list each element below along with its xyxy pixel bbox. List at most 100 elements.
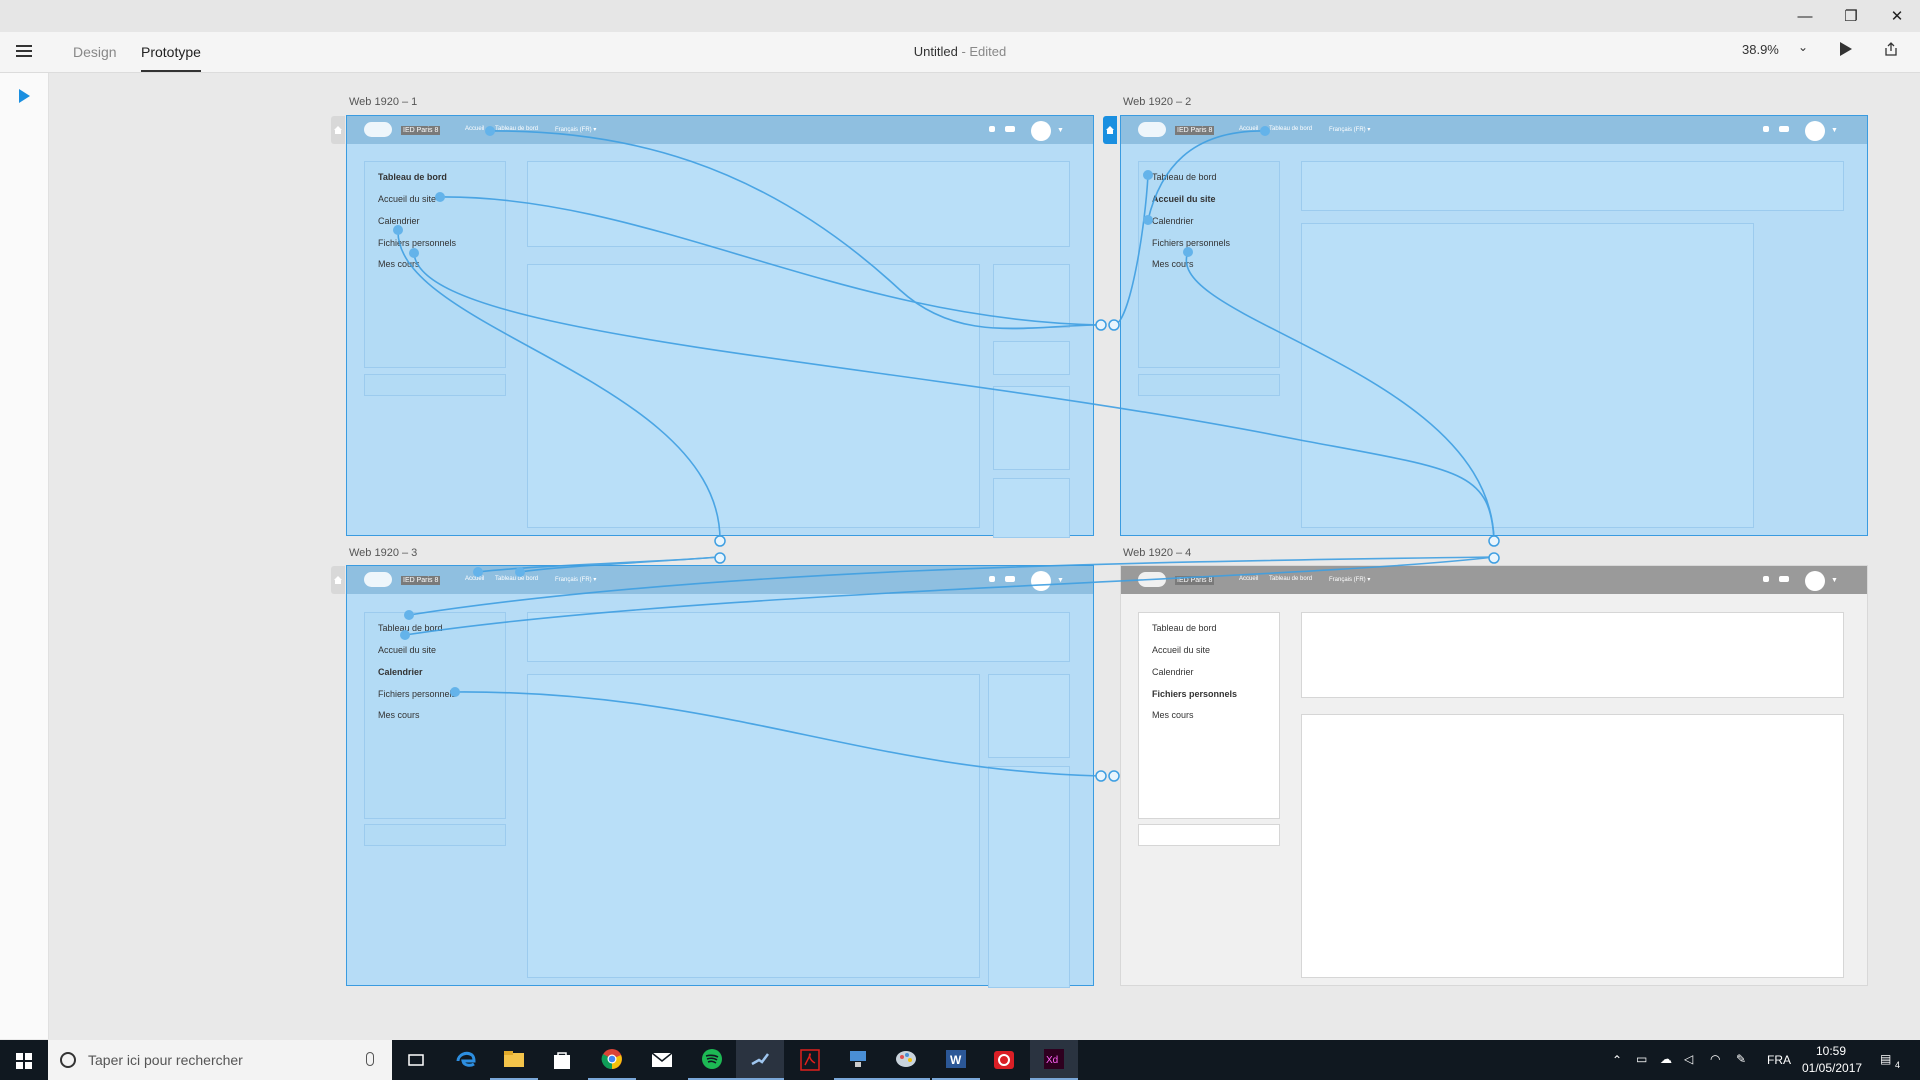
side-block: [364, 824, 506, 846]
home-icon[interactable]: [1103, 116, 1117, 144]
side-item: Accueil du site: [1152, 645, 1211, 655]
windows-start-icon[interactable]: [0, 1040, 48, 1080]
side-item: Fichiers personnels: [1152, 689, 1238, 699]
content-panel: [993, 264, 1070, 328]
mail-icon[interactable]: [638, 1040, 686, 1080]
nav-link: Accueil: [465, 576, 485, 582]
doc-status: - Edited: [957, 44, 1007, 59]
adobe-xd-icon[interactable]: Xd: [1030, 1040, 1078, 1080]
play-icon[interactable]: [1840, 42, 1852, 56]
nav-link: Accueil: [465, 126, 485, 132]
pointer-icon[interactable]: [19, 89, 30, 103]
store-icon[interactable]: [538, 1040, 586, 1080]
side-item: Fichiers personnels: [378, 238, 457, 248]
network-app-icon[interactable]: [834, 1040, 882, 1080]
side-menu: Tableau de bord Accueil du site Calendri…: [1138, 612, 1280, 819]
menu-pill: [364, 122, 392, 137]
minimize-button[interactable]: —: [1782, 0, 1828, 32]
spotify-icon[interactable]: [688, 1040, 736, 1080]
content-panel: [527, 264, 980, 528]
microphone-icon[interactable]: [366, 1052, 374, 1066]
chevron-down-icon[interactable]: ⌄: [1798, 40, 1808, 54]
windows-taskbar: Taper ici pour rechercher W Xd ⌃ ▭ ☁ ◁ ◠…: [0, 1040, 1920, 1080]
search-input[interactable]: Taper ici pour rechercher: [88, 1052, 243, 1068]
artboard-web-1920-2[interactable]: IED Paris 8 Accueil Tableau de bord Fran…: [1120, 115, 1868, 536]
artboard-web-1920-3[interactable]: IED Paris 8 Accueil Tableau de bord Fran…: [346, 565, 1094, 988]
side-item: Tableau de bord: [1152, 172, 1217, 182]
zoom-level[interactable]: 38.9%: [1742, 42, 1779, 57]
menu-pill: [364, 572, 392, 587]
artboard-header: IED Paris 8 Accueil Tableau de bord Fran…: [1121, 566, 1867, 594]
home-icon[interactable]: [331, 116, 345, 144]
share-icon[interactable]: [1884, 42, 1898, 56]
chrome-icon[interactable]: [588, 1040, 636, 1080]
message-icon: [1005, 576, 1015, 582]
hamburger-icon[interactable]: [16, 45, 32, 57]
nav-link: Tableau de bord: [495, 576, 539, 582]
home-icon[interactable]: [331, 566, 345, 594]
side-item: Calendrier: [1152, 216, 1194, 226]
nav-link: Accueil: [1239, 576, 1259, 582]
cortana-icon: [60, 1052, 76, 1068]
side-item: Calendrier: [378, 216, 420, 226]
bell-icon: [989, 126, 995, 132]
steam-icon[interactable]: [736, 1040, 784, 1080]
tab-design[interactable]: Design: [73, 32, 117, 72]
menu-pill: [1138, 122, 1166, 137]
file-explorer-icon[interactable]: [490, 1040, 538, 1080]
artboard-label[interactable]: Web 1920 – 2: [1123, 96, 1191, 108]
clock-date[interactable]: 01/05/2017: [1802, 1061, 1862, 1075]
wifi-icon[interactable]: ◠: [1710, 1052, 1720, 1066]
side-item: Tableau de bord: [1152, 623, 1217, 633]
artboard-label[interactable]: Web 1920 – 1: [349, 96, 417, 108]
artboard-web-1920-4[interactable]: IED Paris 8 Accueil Tableau de bord Fran…: [1120, 565, 1868, 986]
side-item: Mes cours: [1152, 710, 1194, 720]
pen-icon[interactable]: ✎: [1736, 1052, 1746, 1066]
artboard-label[interactable]: Web 1920 – 4: [1123, 547, 1191, 559]
nav-link: Français (FR) ▾: [555, 577, 597, 583]
side-item: Accueil du site: [1152, 194, 1216, 204]
chevron-down-icon: ▼: [1057, 127, 1064, 134]
tab-prototype[interactable]: Prototype: [141, 32, 201, 72]
onedrive-icon[interactable]: ☁: [1660, 1052, 1672, 1066]
artboard-header: IED Paris 8 Accueil Tableau de bord Fran…: [347, 116, 1093, 144]
menu-pill: [1138, 572, 1166, 587]
side-item: Tableau de bord: [378, 623, 443, 633]
side-item: Accueil du site: [378, 645, 437, 655]
creative-cloud-icon[interactable]: [980, 1040, 1028, 1080]
nav-link: Accueil: [1239, 126, 1259, 132]
notification-icon[interactable]: ▤: [1880, 1052, 1891, 1066]
app-toolbar: Design Prototype Untitled - Edited 38.9%…: [0, 32, 1920, 73]
nav-link: Français (FR) ▾: [555, 127, 597, 133]
site-logo: IED Paris 8: [1175, 126, 1215, 135]
doc-name: Untitled: [913, 44, 958, 59]
content-panel: [1301, 612, 1844, 698]
battery-icon[interactable]: ▭: [1636, 1052, 1647, 1066]
word-icon[interactable]: W: [932, 1040, 980, 1080]
paint-icon[interactable]: [882, 1040, 930, 1080]
artboard-header: IED Paris 8 Accueil Tableau de bord Fran…: [347, 566, 1093, 594]
artboard-web-1920-1[interactable]: IED Paris 8 Accueil Tableau de bord Fran…: [346, 115, 1094, 538]
clock-time[interactable]: 10:59: [1816, 1044, 1846, 1058]
nav-link: Français (FR) ▾: [1329, 577, 1371, 583]
tools-panel: [0, 73, 49, 1039]
language-indicator[interactable]: FRA: [1767, 1053, 1791, 1067]
close-button[interactable]: ✕: [1874, 0, 1920, 32]
task-view-icon[interactable]: [392, 1040, 440, 1080]
artboard-label[interactable]: Web 1920 – 3: [349, 547, 417, 559]
content-panel: [988, 674, 1070, 758]
content-panel: [527, 161, 1070, 247]
side-block: [1138, 824, 1280, 846]
volume-icon[interactable]: ◁: [1684, 1052, 1693, 1066]
edge-icon[interactable]: [442, 1040, 490, 1080]
side-item: Mes cours: [378, 259, 420, 269]
maximize-button[interactable]: ❐: [1828, 0, 1874, 32]
nav-link: Tableau de bord: [495, 126, 539, 132]
side-block: [1138, 374, 1280, 396]
taskbar-search[interactable]: Taper ici pour rechercher: [48, 1040, 392, 1080]
tray-chevron-icon[interactable]: ⌃: [1612, 1053, 1622, 1067]
acrobat-icon[interactable]: [786, 1040, 834, 1080]
chevron-down-icon: ▼: [1831, 577, 1838, 584]
side-item: Fichiers personnels: [1152, 238, 1231, 248]
content-panel: [993, 341, 1070, 375]
